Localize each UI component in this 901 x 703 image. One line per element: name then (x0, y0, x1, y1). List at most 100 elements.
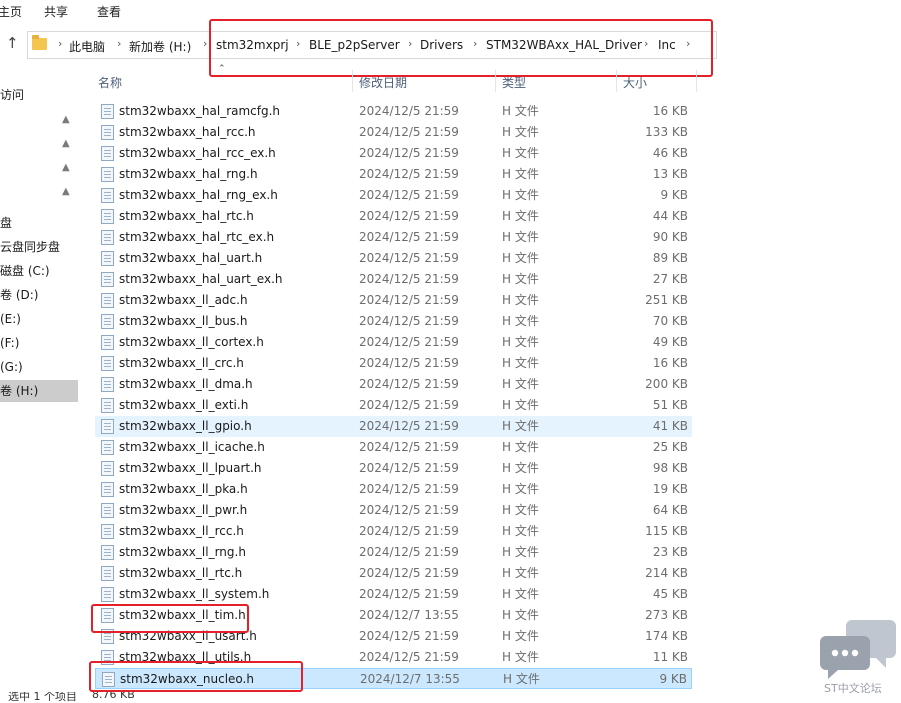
ribbon-tab-view[interactable]: 查看 (97, 3, 121, 20)
file-name: stm32wbaxx_hal_rng_ex.h (119, 188, 278, 202)
breadcrumb-ble-p2pserver[interactable]: BLE_p2pServer (309, 38, 400, 52)
file-row[interactable]: stm32wbaxx_ll_rtc.h 2024/12/5 21:59 H 文件 21… (95, 563, 692, 584)
file-name: stm32wbaxx_ll_lpuart.h (119, 461, 262, 475)
chevron-right-icon[interactable]: › (117, 37, 121, 50)
header-file-icon (101, 650, 114, 665)
file-row[interactable]: stm32wbaxx_ll_utils.h 2024/12/5 21:59 H 文件… (95, 647, 692, 668)
sidebar-item-cloud[interactable]: 盘 (0, 212, 78, 234)
breadcrumb-drive-h[interactable]: 新加卷 (H:) (129, 38, 191, 55)
header-file-icon (101, 167, 114, 182)
file-row[interactable]: stm32wbaxx_ll_system.h 2024/12/5 21:59 H 文… (95, 584, 692, 605)
file-row[interactable]: stm32wbaxx_ll_crc.h 2024/12/5 21:59 H 文件 16… (95, 353, 692, 374)
file-row[interactable]: stm32wbaxx_ll_rng.h 2024/12/5 21:59 H 文件 23… (95, 542, 692, 563)
sidebar-item-drive-h[interactable]: 卷 (H:) (0, 380, 78, 402)
sidebar-item-cloud-sync[interactable]: 云盘同步盘 (0, 236, 78, 258)
sidebar-item-drive-e[interactable]: (E:) (0, 308, 78, 330)
file-name: stm32wbaxx_hal_rtc_ex.h (119, 230, 275, 244)
file-size: 46 KB (652, 146, 688, 160)
chevron-right-icon[interactable]: › (686, 37, 690, 50)
file-row[interactable]: stm32wbaxx_ll_icache.h 2024/12/5 21:59 H 文… (95, 437, 692, 458)
pin-icon[interactable]: ▲ (62, 162, 70, 173)
file-row[interactable]: stm32wbaxx_hal_rng.h 2024/12/5 21:59 H 文件 1… (95, 164, 692, 185)
file-row[interactable]: stm32wbaxx_hal_rcc_ex.h 2024/12/5 21:59 H … (95, 143, 692, 164)
file-name: stm32wbaxx_hal_rcc.h (119, 125, 256, 139)
column-divider[interactable] (696, 70, 697, 92)
breadcrumb-drivers[interactable]: Drivers (420, 38, 463, 52)
column-type[interactable]: 类型 (502, 74, 526, 91)
pin-icon[interactable]: ▲ (62, 114, 70, 125)
file-row[interactable]: stm32wbaxx_nucleo.h 2024/12/7 13:55 H 文件 9 … (95, 668, 692, 689)
watermark: ST中文论坛 (818, 618, 898, 698)
file-type: H 文件 (502, 545, 539, 559)
file-date: 2024/12/5 21:59 (359, 566, 459, 580)
column-divider[interactable] (352, 70, 353, 92)
chevron-right-icon[interactable]: › (644, 37, 648, 50)
file-name: stm32wbaxx_ll_rcc.h (119, 524, 244, 538)
file-size: 11 KB (652, 650, 688, 664)
file-row[interactable]: stm32wbaxx_hal_rtc.h 2024/12/5 21:59 H 文件 4… (95, 206, 692, 227)
chevron-right-icon[interactable]: › (58, 37, 62, 50)
chevron-right-icon[interactable]: › (473, 37, 477, 50)
column-size[interactable]: 大小 (623, 74, 647, 91)
file-date: 2024/12/5 21:59 (359, 356, 459, 370)
breadcrumb-inc[interactable]: Inc (658, 38, 676, 52)
sidebar-item-label: 卷 (D:) (0, 288, 39, 302)
file-row[interactable]: stm32wbaxx_hal_ramcfg.h 2024/12/5 21:59 H … (95, 101, 692, 122)
column-divider[interactable] (616, 70, 617, 92)
file-date: 2024/12/5 21:59 (359, 104, 459, 118)
file-row[interactable]: stm32wbaxx_hal_rng_ex.h 2024/12/5 21:59 H … (95, 185, 692, 206)
file-row[interactable]: stm32wbaxx_ll_bus.h 2024/12/5 21:59 H 文件 70… (95, 311, 692, 332)
pin-icon[interactable]: ▲ (62, 138, 70, 149)
file-date: 2024/12/5 21:59 (359, 314, 459, 328)
address-bar[interactable]: › 此电脑 › 新加卷 (H:) › stm32mxprj › BLE_p2pS… (27, 31, 717, 59)
file-row[interactable]: stm32wbaxx_ll_gpio.h 2024/12/5 21:59 H 文件 4… (95, 416, 692, 437)
file-name: stm32wbaxx_ll_system.h (119, 587, 270, 601)
file-row[interactable]: stm32wbaxx_ll_usart.h 2024/12/5 21:59 H 文件… (95, 626, 692, 647)
navigation-bar: ↑ › 此电脑 › 新加卷 (H:) › stm32mxprj › BLE_p2… (0, 28, 901, 60)
sidebar-item-drive-d[interactable]: 卷 (D:) (0, 284, 78, 306)
ribbon-tab-home[interactable]: 主页 (0, 3, 22, 20)
column-divider[interactable] (495, 70, 496, 92)
file-row[interactable]: stm32wbaxx_ll_tim.h 2024/12/7 13:55 H 文件 27… (95, 605, 692, 626)
file-row[interactable]: stm32wbaxx_ll_pwr.h 2024/12/5 21:59 H 文件 64… (95, 500, 692, 521)
file-row[interactable]: stm32wbaxx_ll_adc.h 2024/12/5 21:59 H 文件 25… (95, 290, 692, 311)
sidebar-item-drive-f[interactable]: (F:) (0, 332, 78, 354)
file-row[interactable]: stm32wbaxx_ll_exti.h 2024/12/5 21:59 H 文件 5… (95, 395, 692, 416)
chevron-right-icon[interactable]: › (408, 37, 412, 50)
sidebar-item-label: 访问 (0, 88, 25, 102)
header-file-icon (101, 230, 114, 245)
pin-icon[interactable]: ▲ (62, 186, 70, 197)
sort-ascending-icon: ⌃ (218, 64, 226, 74)
file-row[interactable]: stm32wbaxx_ll_pka.h 2024/12/5 21:59 H 文件 19… (95, 479, 692, 500)
file-row[interactable]: stm32wbaxx_hal_uart.h 2024/12/5 21:59 H 文件… (95, 248, 692, 269)
file-type: H 文件 (502, 314, 539, 328)
file-row[interactable]: stm32wbaxx_ll_lpuart.h 2024/12/5 21:59 H 文… (95, 458, 692, 479)
file-name: stm32wbaxx_hal_ramcfg.h (119, 104, 281, 118)
sidebar-item-drive-g[interactable]: (G:) (0, 356, 78, 378)
up-arrow-icon[interactable]: ↑ (6, 35, 22, 51)
header-file-icon (101, 104, 114, 119)
chevron-right-icon[interactable]: › (296, 37, 300, 50)
column-header: ⌃ 名称 修改日期 类型 大小 (90, 64, 700, 92)
file-row[interactable]: stm32wbaxx_ll_rcc.h 2024/12/5 21:59 H 文件 11… (95, 521, 692, 542)
file-row[interactable]: stm32wbaxx_ll_cortex.h 2024/12/5 21:59 H 文… (95, 332, 692, 353)
header-file-icon (101, 146, 114, 161)
breadcrumb-stm32mxprj[interactable]: stm32mxprj (216, 38, 289, 52)
chevron-right-icon[interactable]: › (203, 37, 207, 50)
file-type: H 文件 (502, 104, 539, 118)
column-name[interactable]: 名称 (98, 74, 122, 91)
header-file-icon (101, 356, 114, 371)
sidebar-item-drive-c[interactable]: 磁盘 (C:) (0, 260, 78, 282)
file-row[interactable]: stm32wbaxx_hal_rtc_ex.h 2024/12/5 21:59 H … (95, 227, 692, 248)
sidebar-item-quick-access[interactable]: 访问 (0, 84, 78, 106)
file-size: 19 KB (652, 482, 688, 496)
ribbon-tab-share[interactable]: 共享 (44, 3, 68, 20)
breadcrumb-this-pc[interactable]: 此电脑 (69, 38, 105, 55)
breadcrumb-hal-driver[interactable]: STM32WBAxx_HAL_Driver (486, 38, 642, 52)
file-date: 2024/12/7 13:55 (360, 672, 460, 686)
column-date[interactable]: 修改日期 (359, 74, 407, 91)
file-row[interactable]: stm32wbaxx_hal_rcc.h 2024/12/5 21:59 H 文件 1… (95, 122, 692, 143)
file-row[interactable]: stm32wbaxx_ll_dma.h 2024/12/5 21:59 H 文件 20… (95, 374, 692, 395)
file-row[interactable]: stm32wbaxx_hal_uart_ex.h 2024/12/5 21:59 H… (95, 269, 692, 290)
file-date: 2024/12/5 21:59 (359, 293, 459, 307)
